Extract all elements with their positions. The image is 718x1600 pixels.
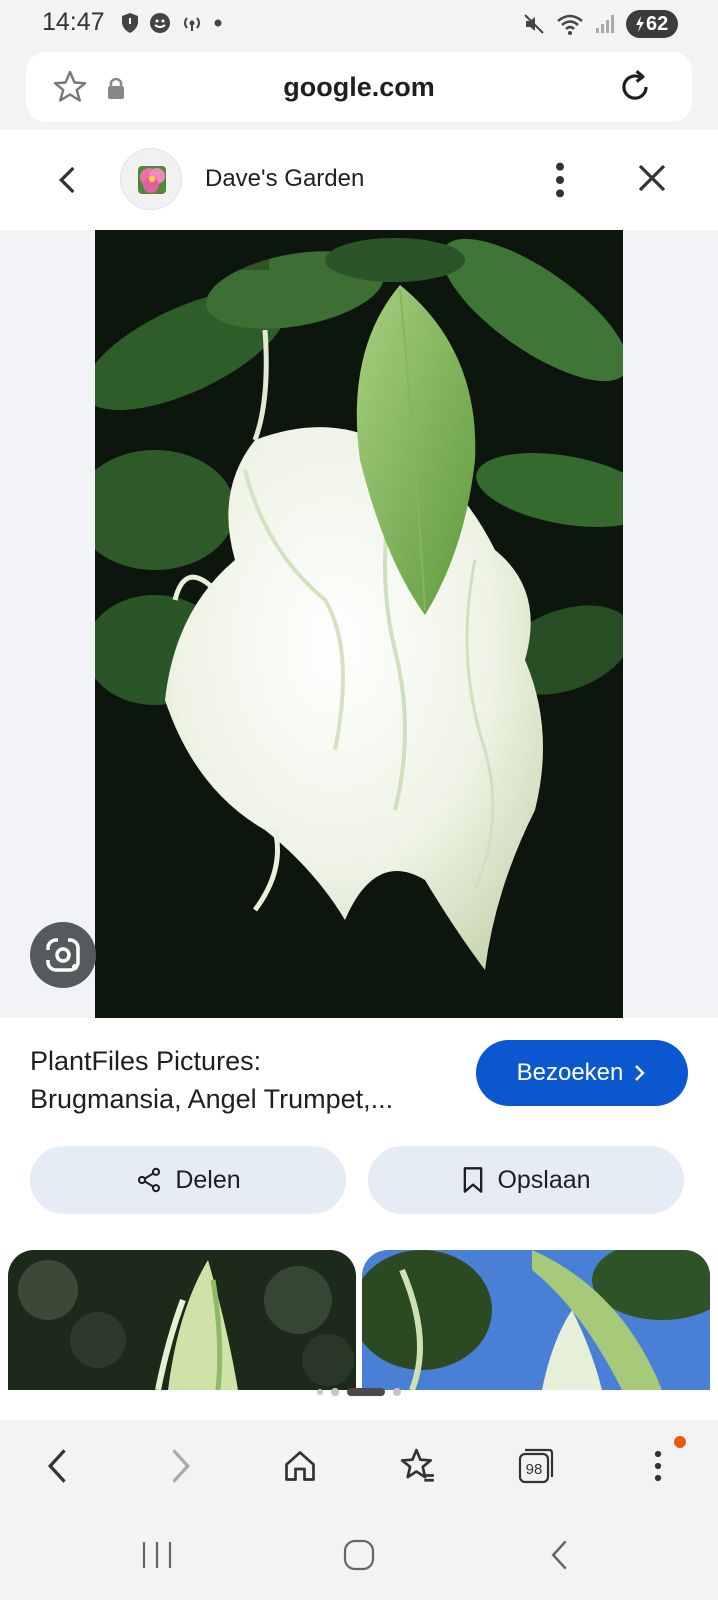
site-name[interactable]: Dave's Garden: [205, 165, 364, 193]
signal-icon: [596, 15, 614, 33]
result-title-line1: PlantFiles Pictures:: [30, 1046, 262, 1076]
status-icons-left: [120, 12, 223, 34]
home-icon: [285, 1451, 315, 1481]
menu-icon: [654, 1450, 662, 1482]
status-bar: 14:47 62: [0, 0, 718, 48]
share-button[interactable]: Delen: [30, 1146, 346, 1214]
visit-button-label: Bezoeken: [516, 1059, 624, 1086]
angel-trumpet-photo: [95, 230, 623, 1018]
reload-icon[interactable]: [616, 68, 654, 106]
carousel-dot: [393, 1388, 401, 1396]
mute-icon: [524, 14, 544, 34]
back-icon: [47, 1449, 66, 1483]
chevron-right-icon: [635, 1065, 646, 1081]
messenger-icon: [150, 13, 170, 33]
bookmarks-button[interactable]: [394, 1442, 442, 1490]
battery-level: 62: [646, 12, 669, 35]
save-button[interactable]: Opslaan: [368, 1146, 684, 1214]
image-viewer: [0, 230, 718, 1018]
tabs-icon: 98: [518, 1448, 554, 1484]
result-title[interactable]: PlantFiles Pictures: Brugmansia, Angel T…: [30, 1042, 440, 1118]
notification-badge: [674, 1436, 686, 1448]
google-lens-button[interactable]: [30, 922, 96, 988]
dot-icon: [214, 19, 222, 27]
result-title-line2: Brugmansia, Angel Trumpet,...: [30, 1084, 394, 1114]
wifi-icon: [557, 14, 583, 35]
carousel-dot: [317, 1389, 323, 1395]
tabs-count: 98: [526, 1461, 543, 1478]
home-circle-icon[interactable]: [342, 1538, 376, 1572]
url-bar[interactable]: google.com: [26, 52, 692, 122]
battery-indicator: 62: [626, 10, 678, 38]
share-icon: [138, 1167, 161, 1193]
system-nav-bar: [0, 1512, 718, 1600]
shield-icon: [122, 13, 138, 33]
back-button[interactable]: [34, 1442, 82, 1490]
result-card: PlantFiles Pictures: Brugmansia, Angel T…: [0, 1018, 718, 1420]
close-icon[interactable]: [636, 162, 668, 194]
flower-image[interactable]: [95, 230, 623, 1018]
url-domain[interactable]: google.com: [26, 72, 692, 103]
carousel-dot: [331, 1388, 339, 1396]
carousel-dot-active: [347, 1388, 385, 1396]
save-label: Opslaan: [497, 1165, 591, 1194]
related-image-2[interactable]: [362, 1250, 710, 1390]
status-time: 14:47: [42, 8, 105, 36]
back-nav-icon[interactable]: [548, 1538, 572, 1572]
related-image-1[interactable]: [8, 1250, 356, 1390]
visit-button[interactable]: Bezoeken: [476, 1040, 688, 1106]
menu-button[interactable]: [634, 1442, 682, 1490]
home-button[interactable]: [276, 1442, 324, 1490]
related-flower-photo-2: [362, 1250, 710, 1390]
browser-toolbar: 98: [0, 1422, 718, 1510]
tabs-button[interactable]: 98: [512, 1442, 560, 1490]
site-favicon: [120, 148, 182, 210]
forward-button[interactable]: [156, 1442, 204, 1490]
status-icons-right: 62: [522, 10, 678, 38]
broadcast-icon: [184, 17, 200, 31]
battery-charging-icon: [636, 16, 644, 32]
browser-screen: 14:47 62 google.com Dave's Garden PlantF…: [0, 0, 718, 1600]
related-flower-photo-1: [8, 1250, 356, 1390]
bookmark-icon: [464, 1167, 483, 1193]
chevron-left-icon[interactable]: [54, 164, 82, 196]
more-vertical-icon[interactable]: [548, 160, 572, 200]
share-label: Delen: [175, 1165, 241, 1194]
site-header: Dave's Garden: [0, 130, 718, 230]
hibiscus-logo-icon: [138, 166, 166, 194]
bookmarks-icon: [400, 1448, 434, 1482]
recent-apps-icon[interactable]: [140, 1540, 174, 1570]
forward-icon: [172, 1449, 191, 1483]
carousel-indicator: [0, 1388, 718, 1396]
google-lens-icon: [44, 936, 80, 972]
